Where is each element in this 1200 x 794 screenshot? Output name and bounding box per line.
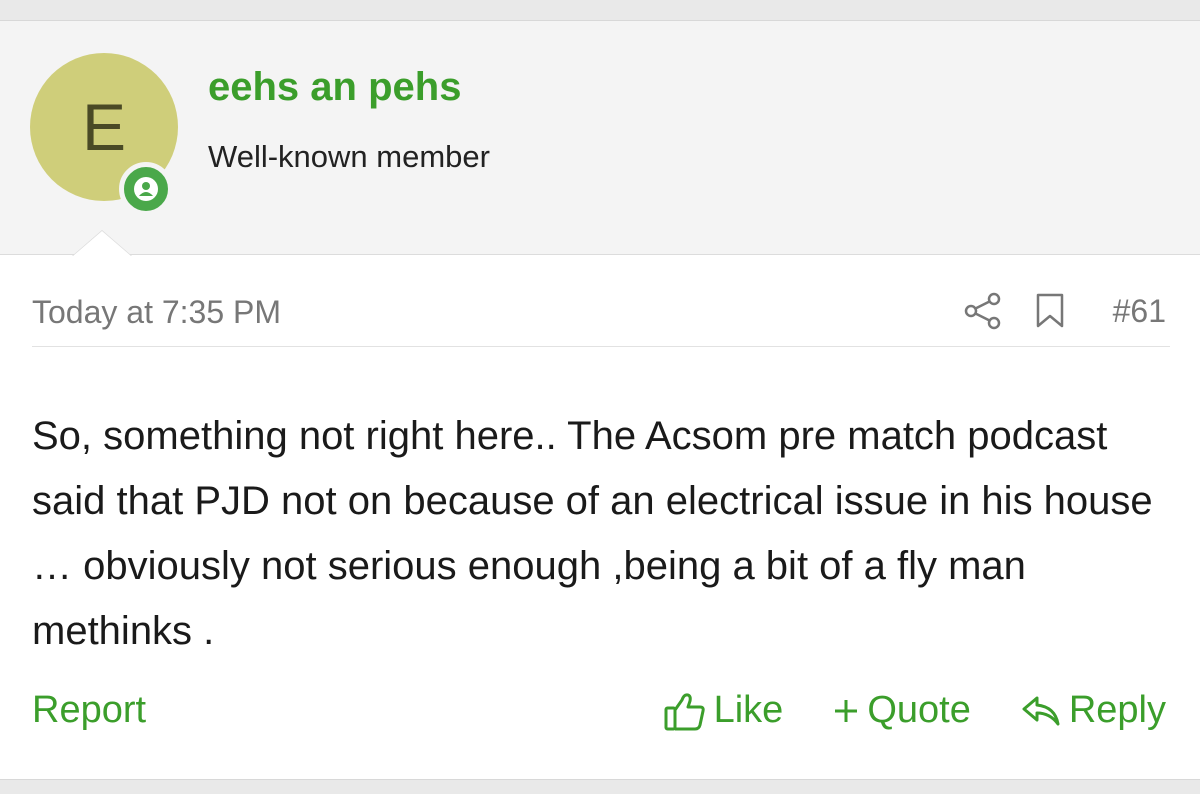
reply-arrow-icon [1022, 696, 1060, 725]
reply-button[interactable]: Reply [1021, 689, 1166, 732]
forum-post: E eehs an pehs Well-known member Today a… [0, 20, 1200, 780]
share-icon[interactable] [963, 291, 1003, 331]
quote-label: Quote [867, 689, 971, 731]
user-online-icon [134, 177, 158, 201]
post-message: So, something not right here.. The Acsom… [32, 414, 1153, 653]
plus-icon [835, 699, 858, 722]
thumbs-up-icon [664, 692, 705, 730]
bookmark-icon[interactable] [1035, 293, 1065, 329]
post-action-buttons: Like Quote Reply [664, 689, 1166, 732]
header-pointer-arrow [72, 230, 132, 256]
post-number-link[interactable]: #61 [1113, 293, 1166, 330]
quote-button[interactable]: Quote [833, 689, 971, 732]
reply-label: Reply [1068, 689, 1166, 731]
like-label: Like [713, 689, 784, 731]
user-title: Well-known member [208, 139, 490, 174]
post-meta-bar: Today at 7:35 PM #61 [32, 291, 1170, 347]
username-link[interactable]: eehs an pehs [208, 65, 461, 110]
report-button[interactable]: Report [32, 689, 146, 732]
like-button[interactable]: Like [664, 689, 784, 732]
online-status-badge [119, 162, 173, 216]
post-meta-icons: #61 [963, 291, 1166, 331]
post-user-header: E eehs an pehs Well-known member [0, 21, 1200, 255]
post-actions: Report Like Quote Reply [32, 689, 1166, 735]
post-timestamp[interactable]: Today at 7:35 PM [32, 294, 281, 331]
